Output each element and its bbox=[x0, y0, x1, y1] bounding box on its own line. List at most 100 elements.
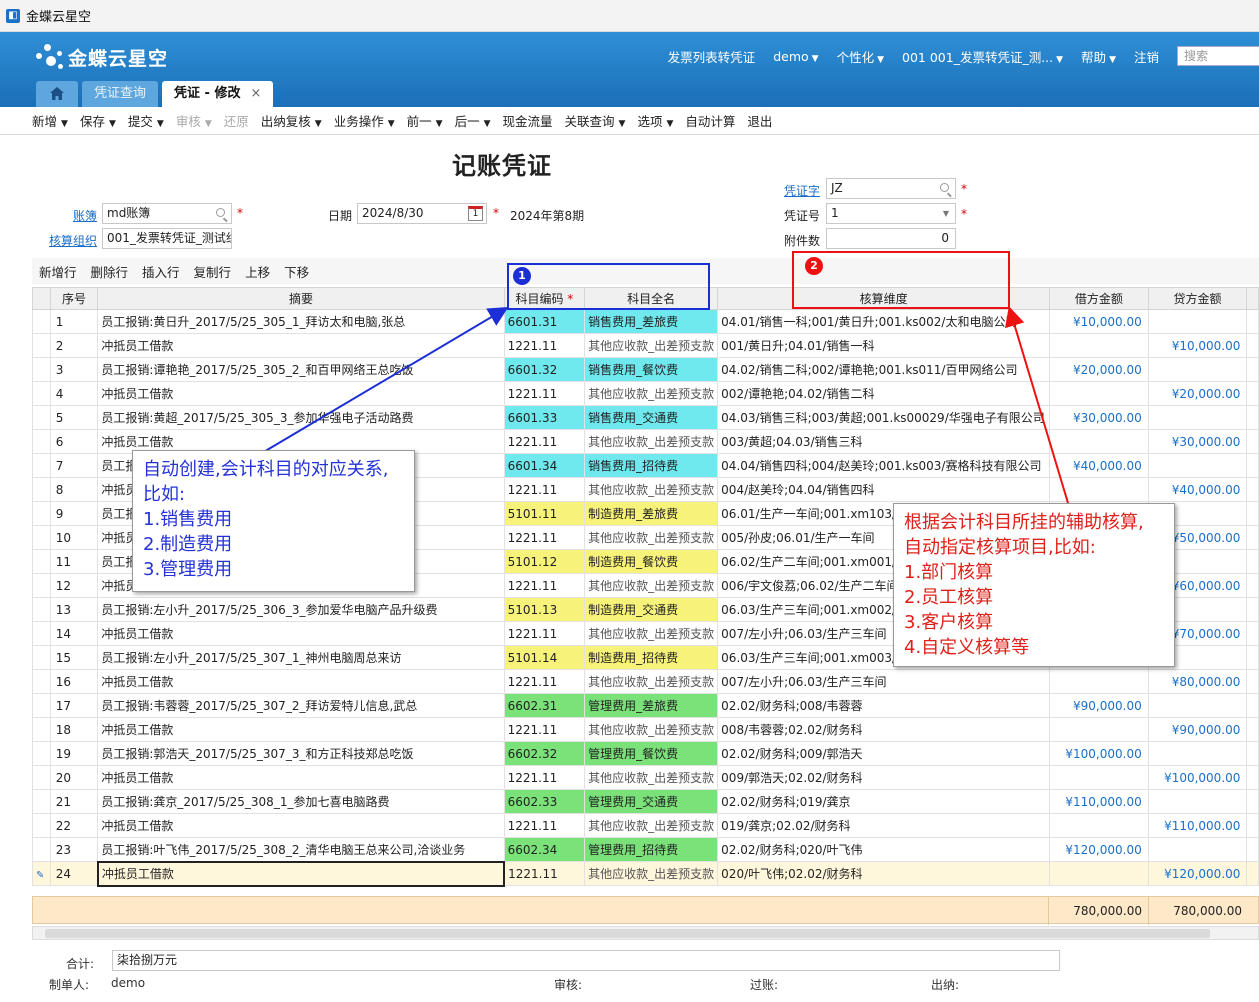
cell-account-code[interactable]: 1221.11 bbox=[503, 765, 586, 790]
cell-account-code[interactable]: 6602.34 bbox=[503, 837, 586, 862]
cell-account-name[interactable]: 其他应收款_出差预支款 bbox=[584, 813, 719, 838]
cell-dimension[interactable]: 02.02/财务科;020/叶飞伟 bbox=[717, 837, 1051, 862]
cell-debit[interactable] bbox=[1049, 429, 1149, 454]
chevron-down-icon[interactable]: ▼ bbox=[484, 119, 491, 129]
grid-toolbar-button[interactable]: 上移 bbox=[245, 262, 270, 281]
col-credit[interactable]: 贷方金额 bbox=[1147, 287, 1248, 310]
cell-account-name[interactable]: 其他应收款_出差预支款 bbox=[584, 861, 719, 886]
col-seq[interactable]: 序号 bbox=[49, 287, 99, 310]
cell-account-code[interactable]: 1221.11 bbox=[503, 861, 586, 886]
toolbar-button[interactable]: 还原 bbox=[224, 111, 249, 130]
cell-account-code[interactable]: 1221.11 bbox=[503, 525, 586, 550]
cell-debit[interactable]: ¥20,000.00 bbox=[1049, 357, 1149, 382]
date-field[interactable]: 2024/8/30 1 bbox=[357, 203, 487, 224]
cell-debit[interactable] bbox=[1049, 477, 1149, 502]
toolbar-button[interactable]: 后一 ▼ bbox=[455, 111, 491, 130]
cell-summary[interactable]: 员工报销:叶飞伟_2017/5/25_308_2_清华电脑王总来公司,洽谈业务 bbox=[97, 837, 505, 862]
cell-dimension[interactable]: 04.04/销售四科;004/赵美玲;001.ks003/赛格科技有限公司 bbox=[717, 453, 1051, 478]
tab-voucher-edit[interactable]: 凭证 - 修改 × bbox=[162, 81, 274, 107]
cell-summary[interactable]: 员工报销:郭浩天_2017/5/25_307_3_和方正科技郑总吃饭 bbox=[97, 741, 505, 766]
table-row[interactable]: 21 员工报销:龚京_2017/5/25_308_1_参加七喜电脑路费 6602.3… bbox=[32, 789, 1259, 814]
chevron-down-icon[interactable]: ▼ bbox=[436, 119, 443, 129]
top-menu-item[interactable]: 个性化 ▼ bbox=[837, 47, 884, 66]
cell-account-code[interactable]: 5101.14 bbox=[503, 645, 586, 670]
grid-toolbar-button[interactable]: 插入行 bbox=[142, 262, 180, 281]
tab-voucher-query[interactable]: 凭证查询 bbox=[82, 81, 159, 107]
chevron-down-icon[interactable]: ▼ bbox=[943, 204, 949, 223]
cell-account-name[interactable]: 销售费用_差旅费 bbox=[584, 309, 719, 334]
cell-credit[interactable]: ¥10,000.00 bbox=[1147, 333, 1248, 358]
table-row[interactable]: 3 员工报销:谭艳艳_2017/5/25_305_2_和百甲网络王总吃饭 6601.… bbox=[32, 357, 1259, 382]
cell-account-code[interactable]: 1221.11 bbox=[503, 621, 586, 646]
cell-account-code[interactable]: 6602.33 bbox=[503, 789, 586, 814]
top-menu-item[interactable]: 001 001_发票转凭证_测... ▼ bbox=[902, 47, 1063, 66]
cell-debit[interactable] bbox=[1049, 861, 1149, 886]
org-label[interactable]: 核算组织 bbox=[49, 232, 97, 249]
chevron-down-icon[interactable]: ▼ bbox=[388, 119, 395, 129]
toolbar-button[interactable]: 选项 ▼ bbox=[637, 111, 673, 130]
cell-account-name[interactable]: 其他应收款_出差预支款 bbox=[584, 333, 719, 358]
toolbar-button[interactable]: 审核 ▼ bbox=[176, 111, 212, 130]
chevron-down-icon[interactable]: ▼ bbox=[666, 119, 673, 129]
cell-credit[interactable] bbox=[1147, 693, 1248, 718]
table-row[interactable]: 20 冲抵员工借款 1221.11 其他应收款_出差预支款 009/郭浩天;02.02/… bbox=[32, 765, 1259, 790]
voucher-word-label[interactable]: 凭证字 bbox=[784, 182, 820, 199]
table-row[interactable]: 19 员工报销:郭浩天_2017/5/25_307_3_和方正科技郑总吃饭 6602… bbox=[32, 741, 1259, 766]
book-label[interactable]: 账簿 bbox=[73, 207, 97, 224]
cell-account-code[interactable]: 6601.34 bbox=[503, 453, 586, 478]
top-menu-item[interactable]: demo ▼ bbox=[773, 49, 818, 64]
cell-credit[interactable] bbox=[1147, 453, 1248, 478]
org-field[interactable]: 001_发票转凭证_测试组 bbox=[102, 228, 232, 249]
cell-account-name[interactable]: 销售费用_交通费 bbox=[584, 405, 719, 430]
cell-credit[interactable]: ¥110,000.00 bbox=[1147, 813, 1248, 838]
cell-credit[interactable]: ¥40,000.00 bbox=[1147, 477, 1248, 502]
scrollbar-thumb[interactable] bbox=[45, 929, 1210, 938]
cell-debit[interactable]: ¥10,000.00 bbox=[1049, 309, 1149, 334]
toolbar-button[interactable]: 提交 ▼ bbox=[128, 111, 164, 130]
table-row[interactable]: 5 员工报销:黄超_2017/5/25_305_3_参加华强电子活动路费 6601.… bbox=[32, 405, 1259, 430]
cell-debit[interactable] bbox=[1049, 765, 1149, 790]
cell-dimension[interactable]: 04.01/销售一科;001/黄日升;001.ks002/太和电脑公司 bbox=[717, 309, 1051, 334]
cell-credit[interactable] bbox=[1147, 357, 1248, 382]
toolbar-button[interactable]: 现金流量 bbox=[503, 111, 553, 130]
table-row[interactable]: 1 员工报销:黄日升_2017/5/25_305_1_拜访太和电脑,张总 6601.… bbox=[32, 309, 1259, 334]
cell-credit[interactable] bbox=[1147, 837, 1248, 862]
cell-account-name[interactable]: 销售费用_餐饮费 bbox=[584, 357, 719, 382]
cell-account-code[interactable]: 1221.11 bbox=[503, 429, 586, 454]
cell-account-name[interactable]: 其他应收款_出差预支款 bbox=[584, 429, 719, 454]
cell-debit[interactable] bbox=[1049, 381, 1149, 406]
cell-dimension[interactable]: 001/黄日升;04.01/销售一科 bbox=[717, 333, 1051, 358]
grid-toolbar-button[interactable]: 新增行 bbox=[39, 262, 77, 281]
cell-summary[interactable]: 冲抵员工借款 bbox=[97, 669, 505, 694]
cell-dimension[interactable]: 020/叶飞伟;02.02/财务科 bbox=[717, 861, 1051, 886]
cell-account-name[interactable]: 其他应收款_出差预支款 bbox=[584, 525, 719, 550]
book-field[interactable]: md账簿 bbox=[102, 203, 232, 224]
search-icon[interactable] bbox=[216, 208, 225, 217]
global-search-input[interactable]: 搜索 bbox=[1177, 46, 1259, 66]
cell-debit[interactable]: ¥30,000.00 bbox=[1049, 405, 1149, 430]
toolbar-button[interactable]: 关联查询 ▼ bbox=[565, 111, 626, 130]
cell-credit[interactable]: ¥100,000.00 bbox=[1147, 765, 1248, 790]
cell-account-code[interactable]: 6602.31 bbox=[503, 693, 586, 718]
chevron-down-icon[interactable]: ▼ bbox=[315, 119, 322, 129]
cell-dimension[interactable]: 02.02/财务科;019/龚京 bbox=[717, 789, 1051, 814]
search-icon[interactable] bbox=[940, 183, 949, 192]
cell-credit[interactable]: ¥30,000.00 bbox=[1147, 429, 1248, 454]
cell-account-code[interactable]: 1221.11 bbox=[503, 573, 586, 598]
cell-credit[interactable] bbox=[1147, 405, 1248, 430]
cell-dimension[interactable]: 02.02/财务科;009/郭浩天 bbox=[717, 741, 1051, 766]
cell-dimension[interactable]: 04.03/销售三科;003/黄超;001.ks00029/华强电子有限公司 bbox=[717, 405, 1051, 430]
toolbar-button[interactable]: 保存 ▼ bbox=[80, 111, 116, 130]
top-menu-item[interactable]: 发票列表转凭证 bbox=[668, 47, 756, 66]
cell-credit[interactable]: ¥90,000.00 bbox=[1147, 717, 1248, 742]
cell-account-code[interactable]: 5101.12 bbox=[503, 549, 586, 574]
cell-account-name[interactable]: 销售费用_招待费 bbox=[584, 453, 719, 478]
cell-account-name[interactable]: 制造费用_差旅费 bbox=[584, 501, 719, 526]
table-row[interactable]: 22 冲抵员工借款 1221.11 其他应收款_出差预支款 019/龚京;02.02/财… bbox=[32, 813, 1259, 838]
cell-account-name[interactable]: 其他应收款_出差预支款 bbox=[584, 669, 719, 694]
cell-debit[interactable] bbox=[1049, 333, 1149, 358]
toolbar-button[interactable]: 新增 ▼ bbox=[32, 111, 68, 130]
cell-summary[interactable]: 员工报销:谭艳艳_2017/5/25_305_2_和百甲网络王总吃饭 bbox=[97, 357, 505, 382]
cell-account-code[interactable]: 1221.11 bbox=[503, 813, 586, 838]
attach-field[interactable]: 0 bbox=[826, 228, 956, 249]
